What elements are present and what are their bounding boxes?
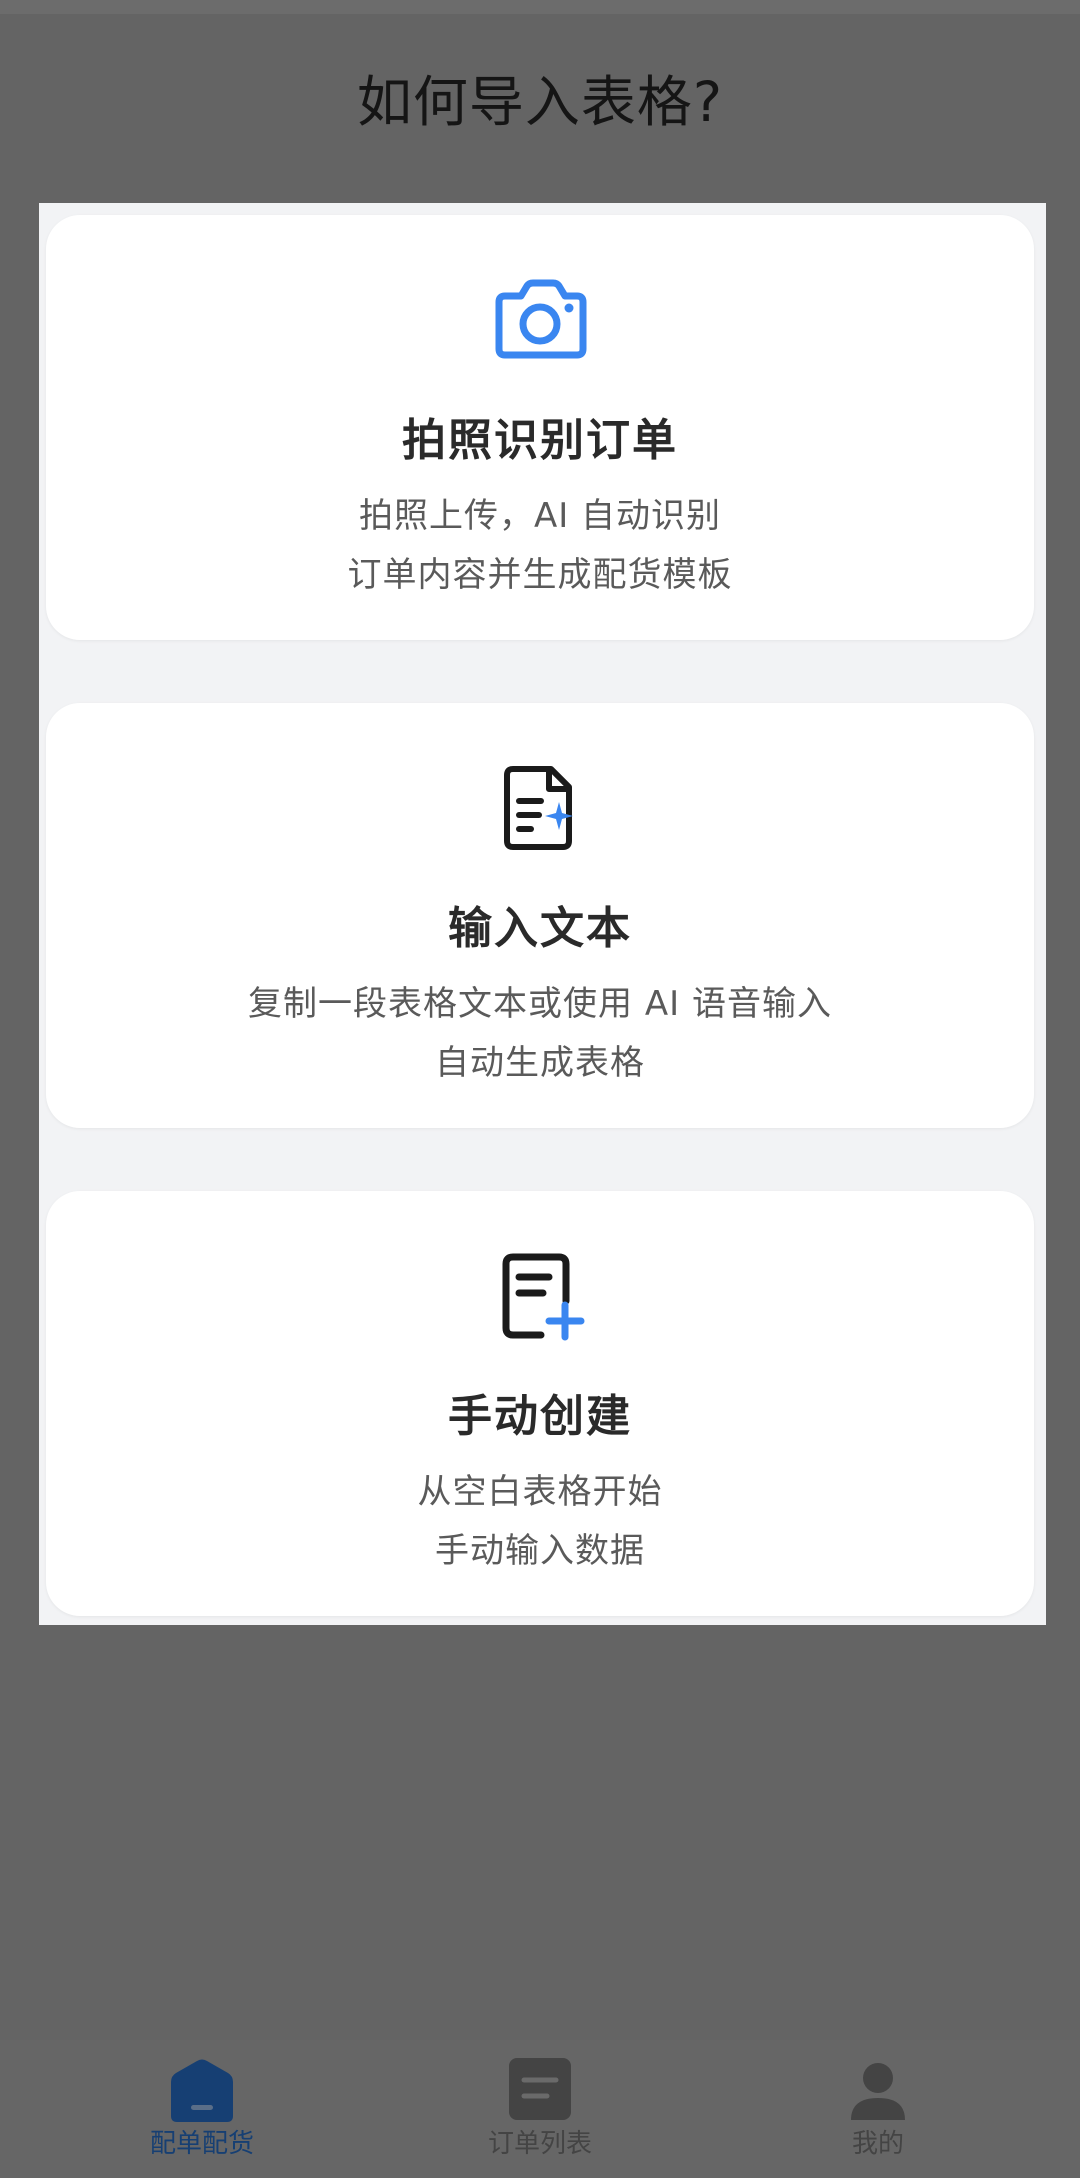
home-icon: [171, 2059, 233, 2122]
card-description: 从空白表格开始 手动输入数据: [46, 1463, 1034, 1581]
camera-icon: [495, 279, 587, 359]
import-options-sheet: 拍照识别订单 拍照上传，AI 自动识别 订单内容并生成配货模板 输入文本 复制一…: [39, 203, 1046, 1625]
tab-profile[interactable]: 我的: [778, 2040, 978, 2178]
card-description-line: 从空白表格开始: [417, 1472, 663, 1512]
bottom-tab-bar: 配单配货 订单列表 我的: [0, 2040, 1080, 2178]
tab-order-distribution[interactable]: 配单配货: [102, 2040, 302, 2178]
page-title: 如何导入表格?: [356, 70, 724, 134]
card-title: 输入文本: [448, 903, 632, 954]
card-description-line: 订单内容并生成配货模板: [347, 555, 733, 595]
card-description: 拍照上传，AI 自动识别 订单内容并生成配货模板: [46, 487, 1034, 605]
ai-document-icon: [504, 766, 573, 850]
list-icon: [509, 2058, 571, 2120]
card-description-line: 手动输入数据: [435, 1531, 645, 1571]
card-description-line: 拍照上传，AI 自动识别: [358, 496, 722, 536]
card-description-line: 自动生成表格: [435, 1043, 645, 1083]
card-title: 拍照识别订单: [402, 415, 678, 466]
tab-label: 订单列表: [487, 2129, 592, 2159]
add-document-icon: [502, 1253, 585, 1341]
user-icon: [851, 2063, 905, 2120]
tab-label: 我的: [851, 2129, 904, 2159]
card-description-line: 复制一段表格文本或使用 AI 语音输入: [248, 984, 832, 1024]
tab-order-list[interactable]: 订单列表: [440, 2040, 640, 2178]
card-title: 手动创建: [448, 1391, 632, 1442]
photo-recognize-card[interactable]: 拍照识别订单 拍照上传，AI 自动识别 订单内容并生成配货模板: [46, 215, 1034, 640]
manual-create-card[interactable]: 手动创建 从空白表格开始 手动输入数据: [46, 1191, 1034, 1616]
text-input-card[interactable]: 输入文本 复制一段表格文本或使用 AI 语音输入 自动生成表格: [46, 703, 1034, 1128]
tab-label: 配单配货: [149, 2129, 254, 2159]
card-description: 复制一段表格文本或使用 AI 语音输入 自动生成表格: [46, 975, 1034, 1093]
status-bar: [0, 0, 1080, 14]
